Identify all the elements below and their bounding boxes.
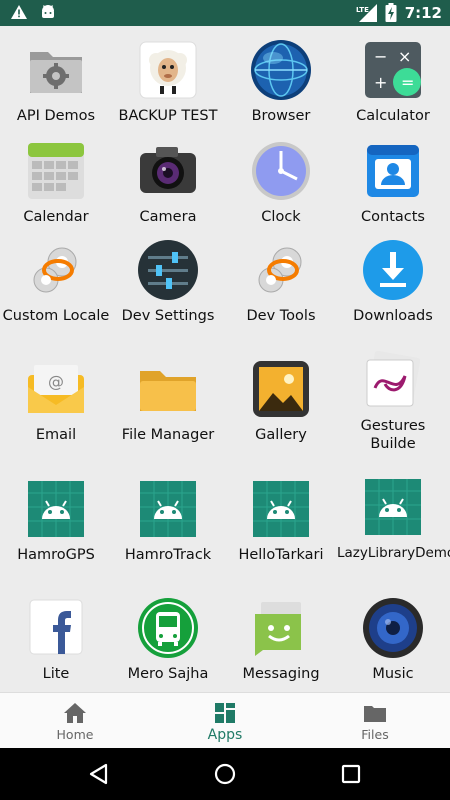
app-contacts[interactable]: Contacts: [337, 139, 449, 226]
app-label: HamroGPS: [17, 547, 95, 563]
app-mero-sajha[interactable]: Mero Sajha: [112, 596, 224, 683]
nav-home-label: Home: [56, 727, 94, 742]
app-gestures-builder[interactable]: Gestures Builde: [337, 348, 449, 453]
network-type-text: LTE: [356, 6, 369, 14]
app-label: BACKUP TEST: [118, 108, 218, 124]
app-grid: API Demos BACKUP TEST Browser − × + = Ca…: [0, 26, 450, 692]
app-gallery[interactable]: Gallery: [225, 357, 337, 444]
email-icon: @: [28, 365, 84, 413]
app-api-demos[interactable]: API Demos: [0, 38, 112, 125]
nav-files[interactable]: Files: [300, 693, 450, 749]
sheep-icon: [139, 41, 197, 99]
app-label: File Manager: [121, 427, 215, 443]
svg-text:−: −: [374, 47, 387, 66]
app-hamrogps[interactable]: HamroGPS: [0, 477, 112, 564]
android-icon: [28, 481, 84, 537]
app-calculator[interactable]: − × + = Calculator: [337, 38, 449, 125]
app-label: Lite: [42, 666, 70, 682]
app-label: Browser: [251, 108, 311, 124]
app-clock[interactable]: Clock: [225, 139, 337, 226]
app-label: Dev Settings: [121, 308, 215, 324]
app-browser[interactable]: Browser: [225, 38, 337, 125]
contacts-icon: [367, 145, 419, 197]
nav-files-label: Files: [361, 727, 389, 742]
app-music[interactable]: Music: [337, 596, 449, 683]
battery-charging-icon: [385, 3, 397, 22]
svg-text:×: ×: [398, 47, 411, 66]
app-label: HamroTrack: [124, 547, 212, 563]
home-icon: [64, 703, 86, 723]
app-label: Custom Locale: [2, 308, 110, 324]
home-button-icon[interactable]: [212, 761, 238, 787]
app-lazylibrarydemo[interactable]: LazyLibraryDemo: [337, 475, 450, 562]
svg-text:=: =: [401, 73, 414, 92]
apps-grid-icon: [215, 703, 235, 723]
status-bar: LTE 7:12: [0, 0, 450, 26]
android-notification-icon: [42, 5, 54, 18]
app-label: Email: [35, 427, 77, 443]
nav-home[interactable]: Home: [0, 693, 150, 749]
app-label: Music: [372, 666, 414, 682]
facebook-icon: [29, 599, 83, 655]
app-lite[interactable]: Lite: [0, 596, 112, 683]
android-icon: [253, 481, 309, 537]
clock-icon: [252, 142, 310, 200]
app-dev-settings[interactable]: Dev Settings: [112, 238, 224, 325]
messaging-icon: [255, 602, 301, 656]
folder-gear-icon: [30, 52, 82, 93]
android-icon: [365, 479, 421, 535]
recents-icon[interactable]: [338, 761, 364, 787]
app-messaging[interactable]: Messaging: [225, 596, 337, 683]
app-label: Clock: [261, 209, 301, 225]
back-icon[interactable]: [86, 761, 112, 787]
signal-icon: LTE: [356, 3, 377, 22]
app-label: Gestures Builde: [360, 418, 426, 452]
gear-icon: [258, 247, 302, 293]
app-custom-locale[interactable]: Custom Locale: [0, 238, 112, 325]
bus-icon: [138, 598, 198, 658]
gallery-icon: [253, 361, 309, 417]
sliders-icon: [138, 240, 198, 300]
app-downloads[interactable]: Downloads: [337, 238, 449, 325]
gear-icon: [33, 247, 77, 293]
app-dev-tools[interactable]: Dev Tools: [225, 238, 337, 325]
app-label: Mero Sajha: [127, 666, 209, 682]
download-icon: [363, 240, 423, 300]
svg-text:@: @: [48, 372, 64, 391]
app-email[interactable]: @ Email: [0, 357, 112, 444]
app-label: Contacts: [361, 209, 425, 225]
app-backup-test[interactable]: BACKUP TEST: [112, 38, 224, 125]
app-label: Messaging: [242, 666, 320, 682]
app-label: Gallery: [255, 427, 307, 443]
gestures-icon: [366, 350, 421, 407]
svg-text:+: +: [374, 73, 387, 92]
bottom-navigation: Home Apps Files: [0, 692, 450, 748]
camera-icon: [140, 147, 196, 193]
speaker-icon: [363, 598, 423, 658]
app-label: API Demos: [16, 108, 96, 124]
globe-icon: [251, 40, 311, 100]
app-camera[interactable]: Camera: [112, 139, 224, 226]
app-hamrotrack[interactable]: HamroTrack: [112, 477, 224, 564]
app-label: HelloTarkari: [238, 547, 324, 563]
app-label: LazyLibraryDemo: [337, 545, 450, 561]
nav-apps-label: Apps: [207, 727, 243, 743]
nav-apps[interactable]: Apps: [150, 693, 300, 749]
calculator-icon: − × + =: [365, 42, 421, 98]
system-navigation-bar: [0, 748, 450, 800]
app-label: Downloads: [353, 308, 433, 324]
app-label: Camera: [139, 209, 197, 225]
app-hellotarkari[interactable]: HelloTarkari: [225, 477, 337, 564]
app-calendar[interactable]: Calendar: [0, 139, 112, 226]
android-icon: [140, 481, 196, 537]
folder-icon: [364, 706, 386, 722]
app-file-manager[interactable]: File Manager: [112, 357, 224, 444]
app-label: Calendar: [23, 209, 89, 225]
app-label: Dev Tools: [246, 308, 316, 324]
folder-icon: [140, 371, 196, 411]
clock-time: 7:12: [404, 3, 442, 22]
warning-icon: [11, 5, 27, 19]
app-label: Calculator: [356, 108, 430, 124]
calendar-icon: [28, 143, 84, 199]
